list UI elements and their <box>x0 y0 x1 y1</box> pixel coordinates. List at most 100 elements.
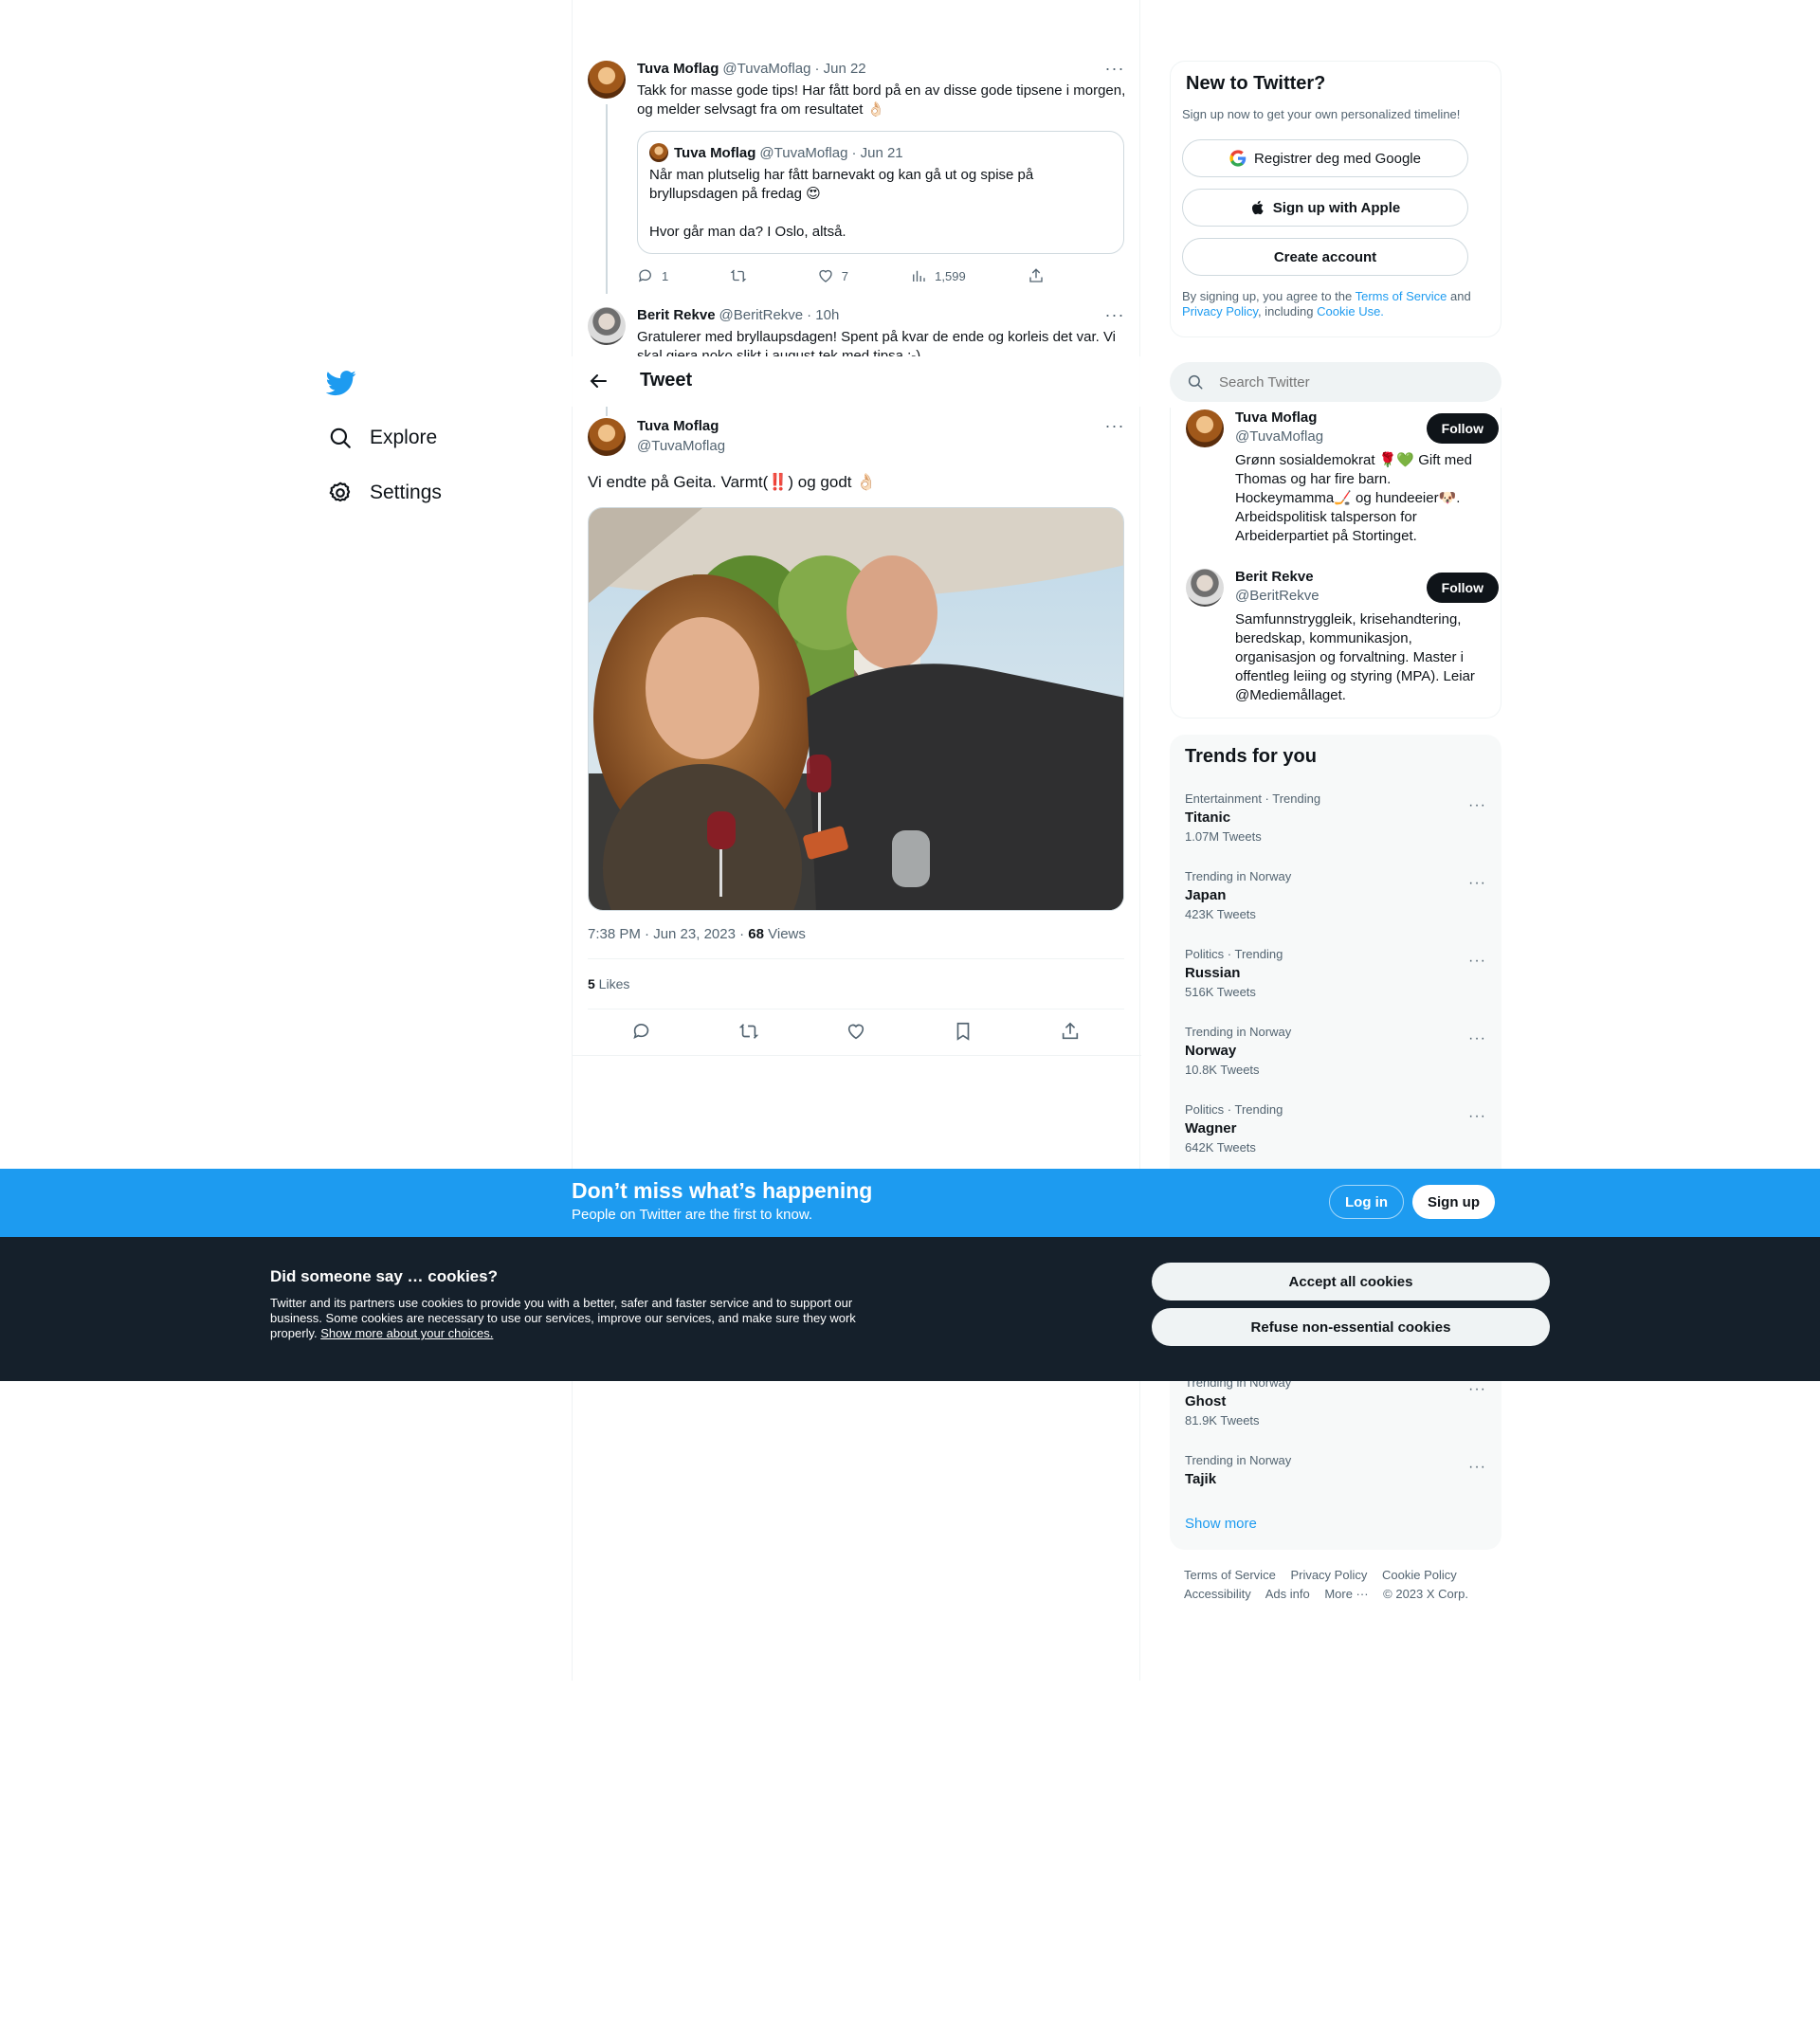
trend-item[interactable]: Trending in Norway Japan 423K Tweets ··· <box>1185 869 1486 947</box>
avatar[interactable] <box>1186 409 1224 447</box>
tweet-photo[interactable] <box>588 507 1124 911</box>
heart-icon[interactable] <box>846 1021 866 1042</box>
like-button[interactable]: 7 <box>817 267 848 284</box>
follow-button[interactable]: Follow <box>1426 413 1499 444</box>
likes-summary[interactable]: 5 Likes <box>588 976 629 991</box>
primary-column: Tuva Moflag @TuvaMoflag · Jun 22 ··· Tak… <box>572 0 1141 1681</box>
person-tuva[interactable]: Tuva Moflag @TuvaMoflag Follow Grønn sos… <box>1186 409 1499 552</box>
legal-prefix: By signing up, you agree to the <box>1182 289 1356 303</box>
views-button[interactable]: 1,599 <box>910 267 966 284</box>
more-options-icon[interactable]: ··· <box>1468 1381 1486 1398</box>
follow-button[interactable]: Follow <box>1426 573 1499 603</box>
parent-tweet[interactable]: Tuva Moflag @TuvaMoflag · Jun 22 ··· Tak… <box>573 57 1141 294</box>
footer-privacy-link[interactable]: Privacy Policy <box>1290 1568 1367 1582</box>
retweet-icon[interactable] <box>738 1021 759 1042</box>
more-options-icon[interactable]: ··· <box>1103 306 1126 328</box>
trend-item[interactable]: Trending in Norway Ghost 81.9K Tweets ··… <box>1185 1375 1486 1453</box>
person-handle[interactable]: @BeritRekve <box>1235 588 1320 604</box>
avatar[interactable] <box>588 61 626 99</box>
avatar <box>649 143 668 162</box>
more-options-icon[interactable]: ··· <box>1468 1108 1486 1125</box>
more-options-icon[interactable]: ··· <box>1468 875 1486 892</box>
create-account-label: Create account <box>1273 248 1377 265</box>
accept-cookies-button[interactable]: Accept all cookies <box>1152 1263 1550 1300</box>
author-handle[interactable]: @BeritRekve <box>719 307 804 323</box>
back-arrow-icon[interactable] <box>587 370 610 392</box>
trend-item[interactable]: Entertainment · Trending Titanic 1.07M T… <box>1185 791 1486 869</box>
person-handle[interactable]: @TuvaMoflag <box>1235 428 1323 445</box>
retweet-button[interactable] <box>730 267 755 284</box>
trend-context: Entertainment · Trending <box>1185 791 1321 806</box>
google-signup-button[interactable]: Registrer deg med Google <box>1182 139 1468 177</box>
trend-name: Japan <box>1185 887 1227 903</box>
trend-context: Trending in Norway <box>1185 869 1292 883</box>
person-name[interactable]: Berit Rekve <box>1235 569 1314 585</box>
cookie-choices-link[interactable]: Show more about your choices. <box>320 1326 493 1340</box>
legal-including: , including <box>1257 304 1318 318</box>
trend-name: Wagner <box>1185 1120 1237 1137</box>
reply-button[interactable]: 1 <box>637 267 668 284</box>
trend-name: Titanic <box>1185 809 1231 826</box>
footer-cookie-link[interactable]: Cookie Policy <box>1382 1568 1457 1582</box>
search-box[interactable] <box>1170 362 1502 402</box>
nav-explore[interactable]: Explore <box>322 411 443 464</box>
more-options-icon[interactable]: ··· <box>1468 1030 1486 1047</box>
refuse-cookies-button[interactable]: Refuse non-essential cookies <box>1152 1308 1550 1346</box>
author-handle[interactable]: @TuvaMoflag <box>637 438 725 454</box>
share-icon[interactable] <box>1060 1021 1081 1042</box>
quoted-tweet[interactable]: Tuva Moflag @TuvaMoflag · Jun 21 Når man… <box>637 131 1124 254</box>
trend-item[interactable]: Politics · Trending Russian 516K Tweets … <box>1185 947 1486 1025</box>
author-name[interactable]: Berit Rekve <box>637 307 716 323</box>
footer-ads-link[interactable]: Ads info <box>1265 1587 1310 1601</box>
twitter-logo-icon[interactable] <box>326 368 356 398</box>
reply-icon[interactable] <box>631 1021 652 1042</box>
login-button[interactable]: Log in <box>1329 1185 1404 1219</box>
footer-terms-link[interactable]: Terms of Service <box>1184 1568 1276 1582</box>
copyright: © 2023 X Corp. <box>1383 1587 1468 1601</box>
avatar[interactable] <box>588 418 626 456</box>
cookie-use-link[interactable]: Cookie Use. <box>1317 304 1384 318</box>
google-signup-label: Registrer deg med Google <box>1254 150 1421 167</box>
show-more-link[interactable]: Show more <box>1185 1516 1257 1532</box>
view-count: 1,599 <box>935 268 966 283</box>
retweet-icon <box>731 269 747 282</box>
more-options-icon[interactable]: ··· <box>1103 417 1126 439</box>
tweet-timestamp[interactable]: 7:38 PM · Jun 23, 2023 <box>588 926 736 942</box>
page-title: Tweet <box>640 370 693 391</box>
signup-button[interactable]: Sign up <box>1412 1185 1495 1219</box>
trend-count: 1.07M Tweets <box>1185 829 1262 844</box>
apple-icon <box>1251 200 1264 215</box>
nav-explore-label: Explore <box>370 427 438 448</box>
login-bar-title: Don’t miss what’s happening <box>572 1178 873 1203</box>
reply-tweet[interactable]: Berit Rekve @BeritRekve · 10h ··· Gratul… <box>573 301 1141 356</box>
search-input[interactable] <box>1219 373 1465 391</box>
apple-signup-button[interactable]: Sign up with Apple <box>1182 189 1468 227</box>
bookmark-icon[interactable] <box>953 1021 974 1042</box>
privacy-link[interactable]: Privacy Policy <box>1182 304 1258 318</box>
share-icon <box>1029 268 1043 282</box>
legal-and: and <box>1447 289 1471 303</box>
heart-icon <box>819 269 832 282</box>
trend-count: 642K Tweets <box>1185 1140 1256 1155</box>
avatar[interactable] <box>1186 569 1224 607</box>
person-name[interactable]: Tuva Moflag <box>1235 409 1317 426</box>
avatar[interactable] <box>588 307 626 345</box>
footer-accessibility-link[interactable]: Accessibility <box>1184 1587 1251 1601</box>
share-button[interactable] <box>1028 267 1045 284</box>
more-options-icon[interactable]: ··· <box>1103 60 1126 82</box>
create-account-button[interactable]: Create account <box>1182 238 1468 276</box>
trend-item[interactable]: Trending in Norway Norway 10.8K Tweets ·… <box>1185 1025 1486 1102</box>
terms-link[interactable]: Terms of Service <box>1356 289 1447 303</box>
more-options-icon[interactable]: ··· <box>1468 953 1486 970</box>
person-berit[interactable]: Berit Rekve @BeritRekve Follow Samfunnst… <box>1186 569 1499 711</box>
tweet-date[interactable]: · Jun 22 <box>814 61 865 77</box>
author-handle[interactable]: @TuvaMoflag <box>722 61 810 77</box>
author-name[interactable]: Tuva Moflag <box>637 61 719 77</box>
nav-settings[interactable]: Settings <box>322 466 447 519</box>
tweet-date[interactable]: · 10h <box>807 307 839 323</box>
trend-name: Tajik <box>1185 1471 1217 1487</box>
more-options-icon[interactable]: ··· <box>1468 797 1486 814</box>
more-options-icon[interactable]: ··· <box>1468 1459 1486 1476</box>
footer-more-link[interactable]: More ··· <box>1324 1587 1368 1601</box>
author-name[interactable]: Tuva Moflag <box>637 418 719 434</box>
